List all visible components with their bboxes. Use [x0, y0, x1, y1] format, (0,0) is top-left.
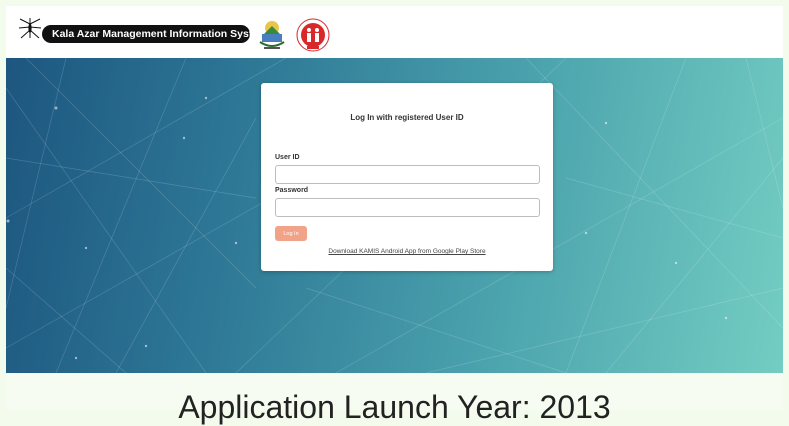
header-bar: Kala Azar Management Information System [6, 6, 783, 58]
user-id-input[interactable] [275, 165, 540, 184]
page-frame: Kala Azar Management Information System [6, 6, 783, 425]
mosquito-icon [18, 18, 42, 39]
login-button[interactable]: Log In [275, 226, 307, 241]
app-title: Kala Azar Management Information System [42, 25, 268, 43]
login-card: Log In with registered User ID User ID P… [261, 83, 553, 271]
download-app-link[interactable]: Download KAMIS Android App from Google P… [261, 248, 553, 255]
login-title: Log In with registered User ID [350, 113, 464, 122]
state-emblem-logo [259, 21, 285, 49]
launch-year-text: Application Launch Year: 2013 [178, 389, 611, 425]
health-department-logo [296, 18, 330, 52]
hero-banner: Log In with registered User ID User ID P… [6, 58, 783, 373]
password-label: Password [275, 187, 309, 194]
password-input[interactable] [275, 198, 540, 217]
user-id-label: User ID [275, 154, 300, 161]
